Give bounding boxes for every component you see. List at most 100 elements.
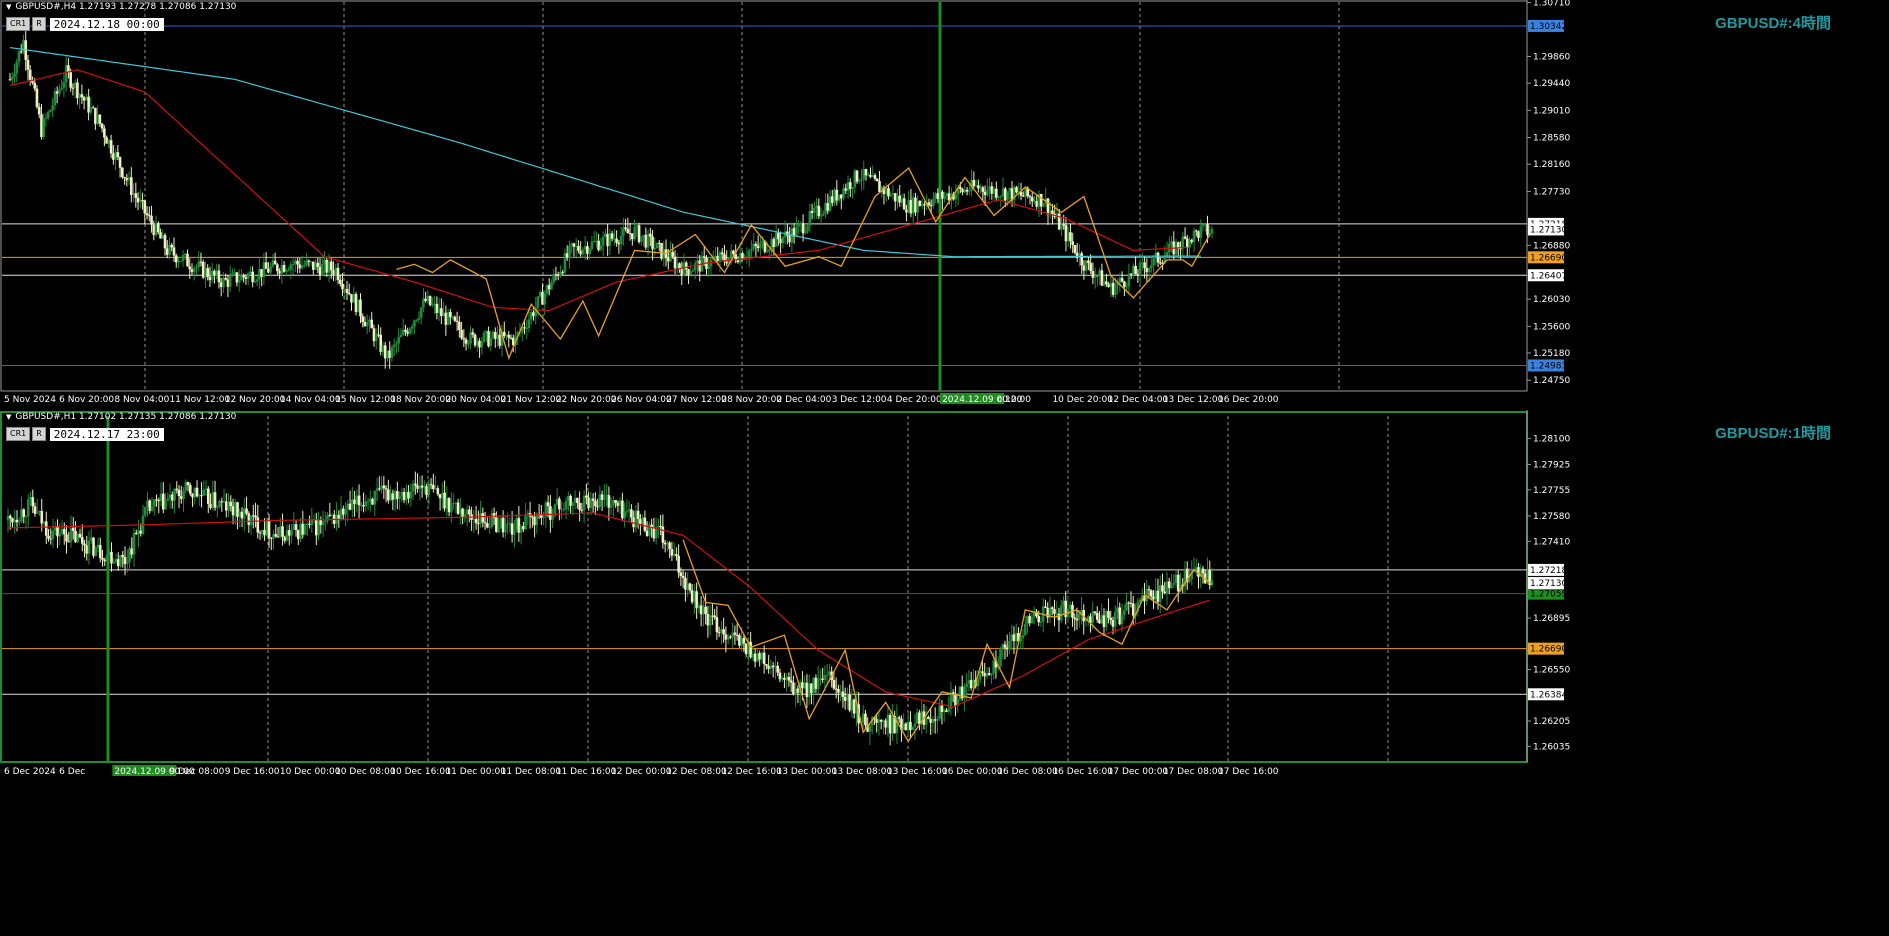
- candle-body: [89, 107, 93, 113]
- candle-body: [508, 523, 512, 525]
- candle-body: [434, 488, 437, 490]
- candle-body: [860, 179, 863, 181]
- candle-body: [558, 498, 561, 510]
- h4-datetime-field[interactable]: 2024.12.18 00:00: [49, 17, 164, 31]
- collapse-triangle-icon[interactable]: ▼: [6, 3, 11, 11]
- candle-body: [55, 91, 59, 94]
- candle-body: [776, 665, 779, 673]
- x-tick-label: 11 Nov 12:00: [170, 395, 231, 405]
- candle-body: [1066, 232, 1070, 242]
- h1-chart-canvas[interactable]: 1.28100 1.27925 1.27755 1.27580 1.27410 1.268…: [0, 410, 1889, 936]
- candle-body: [1006, 191, 1009, 201]
- candle-body: [607, 495, 611, 508]
- candle-body: [265, 520, 269, 536]
- candle-body: [617, 242, 621, 245]
- candle-body: [1008, 640, 1011, 650]
- candle-body: [792, 682, 795, 695]
- candle-body: [51, 105, 54, 111]
- candle-body: [945, 193, 949, 197]
- candle-body: [220, 501, 224, 503]
- candle-body: [222, 501, 226, 503]
- x-tick-label: 12 Dec 16:00: [721, 767, 782, 777]
- candle-body: [817, 205, 821, 217]
- candle-body: [1165, 252, 1169, 257]
- candle-body: [256, 517, 260, 533]
- candle-body: [981, 187, 985, 192]
- candle-body: [1114, 285, 1117, 295]
- candle-body: [69, 527, 73, 542]
- candle-body: [354, 294, 358, 313]
- candle-body: [837, 688, 840, 693]
- y-tick-label: 1.30710: [1533, 0, 1570, 9]
- candle-body: [413, 320, 416, 327]
- h1-cr1-button[interactable]: CR1: [6, 427, 31, 441]
- candle-body: [199, 261, 203, 263]
- candle-body: [442, 312, 445, 317]
- candle-body: [386, 350, 389, 359]
- candle-body: [1176, 574, 1180, 592]
- candle-body: [967, 680, 971, 684]
- candle-body: [298, 264, 302, 269]
- candle-body: [432, 484, 435, 490]
- candle-body: [343, 288, 347, 290]
- candle-body: [561, 272, 564, 274]
- candle-body: [206, 268, 210, 277]
- chart-panel-h4[interactable]: 1.30710 1.29860 1.29440 1.29010 1.28580 1.281…: [0, 0, 1889, 408]
- candle-body: [1174, 574, 1178, 584]
- candle-body: [341, 283, 344, 290]
- x-tick-label: 13 Dec 08:00: [832, 767, 893, 777]
- candle-body: [733, 632, 737, 635]
- candle-body: [495, 517, 498, 532]
- x-tick-label: 9 Dec 08:00: [170, 767, 225, 777]
- candle-body: [150, 215, 153, 225]
- candle-body: [1001, 188, 1005, 197]
- candle-body: [684, 262, 688, 270]
- x-tick-label: 10 Dec 00:00: [280, 767, 341, 777]
- candle-body: [379, 334, 383, 352]
- candle-body: [613, 238, 616, 240]
- candle-body: [411, 483, 415, 492]
- x-tick-label: 15 Nov 12:00: [335, 395, 396, 405]
- candle-body: [249, 271, 252, 274]
- candle-body: [373, 490, 377, 505]
- h4-cr1-button[interactable]: CR1: [6, 17, 31, 31]
- candle-body: [253, 281, 257, 283]
- candle-body: [378, 488, 381, 490]
- chart-panel-h1[interactable]: 1.28100 1.27925 1.27755 1.27580 1.27410 1.268…: [0, 410, 1889, 936]
- candle-body: [467, 343, 470, 345]
- collapse-triangle-icon[interactable]: ▼: [6, 413, 11, 421]
- candle-body: [342, 508, 345, 515]
- candle-body: [130, 548, 134, 555]
- h4-chart-canvas[interactable]: 1.30710 1.29860 1.29440 1.29010 1.28580 1.281…: [0, 0, 1889, 408]
- candle-body: [179, 496, 183, 500]
- candle-body: [846, 694, 849, 701]
- candle-body: [1111, 282, 1115, 295]
- candle-body: [1127, 602, 1131, 604]
- candle-body: [381, 345, 385, 352]
- h1-datetime-field[interactable]: 2024.12.17 23:00: [49, 427, 164, 441]
- candle-body: [673, 256, 677, 269]
- candle-body: [148, 500, 152, 512]
- candle-body: [227, 501, 230, 511]
- h1-symbol-header: ▼ GBPUSD#,H1 1.27102 1.27135 1.27086 1.27…: [6, 412, 236, 422]
- candle-body: [291, 264, 295, 266]
- candle-body: [345, 288, 349, 293]
- candle-body: [449, 311, 452, 318]
- candle-body: [643, 517, 647, 531]
- x-tick-label: 13 Dec 16:00: [887, 767, 948, 777]
- h4-r-button[interactable]: R: [32, 17, 46, 31]
- candle-body: [1055, 613, 1059, 615]
- candle-body: [823, 674, 827, 681]
- candle-body: [913, 723, 917, 727]
- candle-body: [1068, 604, 1072, 609]
- candle-body: [657, 526, 660, 528]
- candle-body: [671, 251, 675, 257]
- candle-body: [626, 228, 630, 234]
- candle-body: [321, 521, 325, 526]
- candle-body: [231, 273, 234, 276]
- candle-body: [718, 252, 722, 262]
- candle-body: [155, 499, 158, 501]
- h1-r-button[interactable]: R: [32, 427, 46, 441]
- candle-body: [424, 298, 427, 302]
- candle-body: [781, 237, 785, 244]
